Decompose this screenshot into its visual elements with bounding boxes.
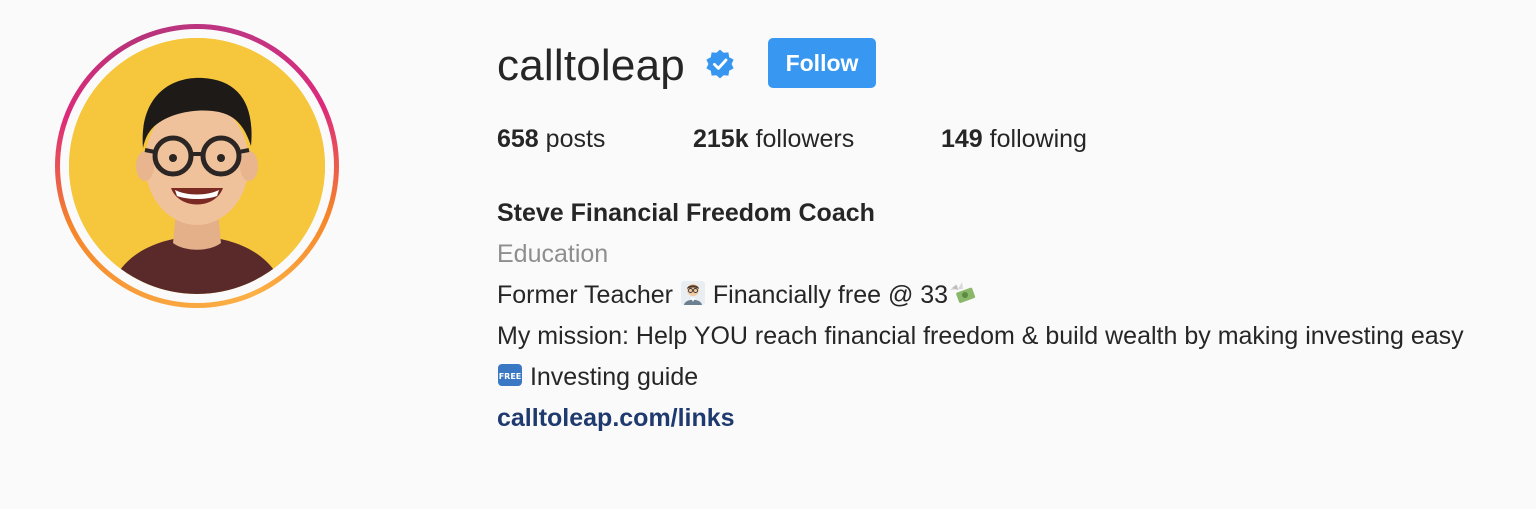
story-ring[interactable] [55, 24, 339, 308]
bio-line-3: FREE Investing guide [497, 357, 1517, 398]
teacher-emoji-icon [680, 281, 705, 305]
following-label: following [982, 125, 1087, 153]
posts-label: posts [538, 125, 606, 153]
profile-header: calltoleap Follow 658 posts 215k followe… [0, 0, 1536, 509]
verified-badge-icon [706, 49, 734, 79]
followers-label: followers [748, 125, 855, 153]
username: calltoleap [497, 41, 685, 90]
follow-button[interactable]: Follow [768, 38, 876, 88]
free-button-emoji-icon: FREE [498, 364, 522, 386]
avatar[interactable] [69, 38, 325, 294]
bio-link[interactable]: calltoleap.com/links [497, 398, 1517, 439]
stat-following[interactable]: 149 following [941, 123, 1087, 155]
bio: Steve Financial Freedom Coach Education … [497, 193, 1517, 439]
full-name: Steve Financial Freedom Coach [497, 199, 875, 227]
svg-text:FREE: FREE [499, 372, 522, 381]
category-label: Education [497, 240, 609, 268]
bio-line-1-text-a: Former Teacher [497, 281, 680, 309]
money-with-wings-emoji-icon [950, 282, 976, 303]
bio-line-3-text: Investing guide [523, 363, 699, 391]
bio-line-2: My mission: Help YOU reach financial fre… [497, 322, 1464, 350]
stat-followers[interactable]: 215k followers [693, 123, 854, 155]
following-count: 149 [941, 125, 983, 153]
profile-photo-icon [69, 38, 325, 294]
bio-line-1: Former Teacher Financially free @ 33 [497, 275, 1517, 316]
followers-count: 215k [693, 125, 749, 153]
bio-line-1-text-b: Financially free @ 33 [705, 281, 949, 309]
posts-count: 658 [497, 125, 539, 153]
stat-posts[interactable]: 658 posts [497, 123, 605, 155]
